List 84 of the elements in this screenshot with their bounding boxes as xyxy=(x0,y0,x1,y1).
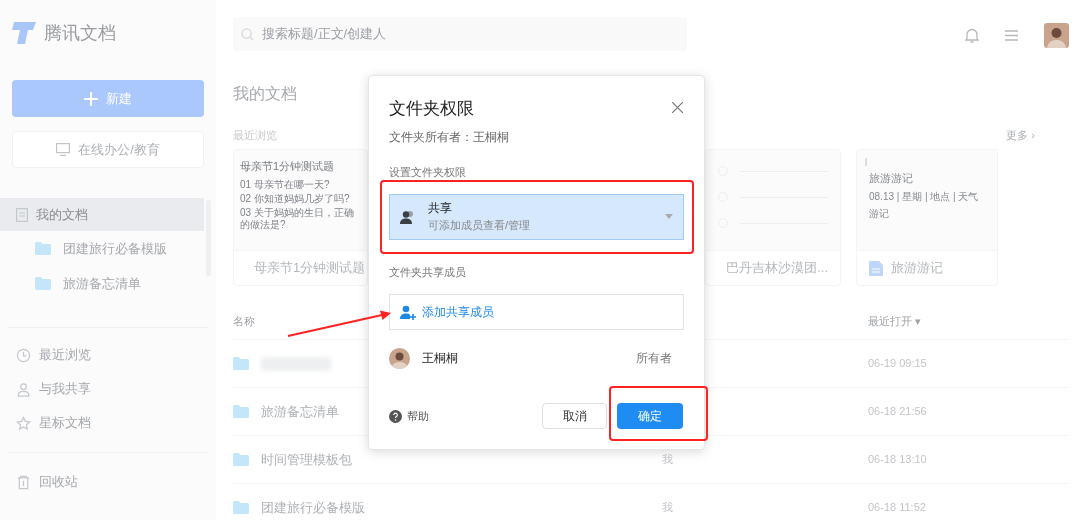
logo-icon xyxy=(12,22,36,44)
member-avatar xyxy=(389,347,410,369)
more-link[interactable]: 更多 › xyxy=(1006,126,1035,144)
search-field[interactable]: 搜索标题/正文/创建人 xyxy=(233,17,687,51)
clock-icon xyxy=(16,347,31,363)
permission-select[interactable]: 共享 可添加成员查看/管理 xyxy=(389,193,684,240)
help-icon xyxy=(389,409,402,423)
folder-icon xyxy=(233,453,249,466)
sidebar-item[interactable]: 与我共享 xyxy=(0,372,216,406)
monitor-icon xyxy=(56,143,71,156)
search-input[interactable]: 搜索标题/正文/创建人 xyxy=(262,24,679,44)
search-icon xyxy=(241,27,254,41)
field-label: 文件夹共享成员 xyxy=(389,264,467,280)
help-label: 帮助 xyxy=(407,408,429,424)
user-icon xyxy=(16,381,31,397)
new-button[interactable]: 新建 xyxy=(12,80,204,117)
preview-line: 02 你知道妈妈几岁了吗? xyxy=(240,192,351,205)
document-name: 巴丹吉林沙漠团... xyxy=(726,259,828,278)
document-name: 母亲节1分钟测试题 xyxy=(254,259,366,278)
preview-line: 游记 xyxy=(868,206,890,221)
owner-cell: 我 xyxy=(662,453,673,466)
item-label: 团建旅行必备模版 xyxy=(63,239,167,258)
preview-line: 08.13 | 星期 | 地点 | 天气 xyxy=(868,189,980,204)
item-label: 星标文档 xyxy=(39,414,91,433)
folder-icon xyxy=(233,357,249,370)
trash-icon xyxy=(16,474,31,490)
document-name[interactable]: 团建旅行必备模版 xyxy=(261,497,365,518)
document-name[interactable]: 旅游备忘清单 xyxy=(261,401,339,422)
opened-time: 06-18 13:10 xyxy=(868,452,927,468)
option-description: 可添加成员查看/管理 xyxy=(428,218,531,234)
document-name: 旅游游记 xyxy=(891,259,943,278)
dialog-title: 文件夹权限 xyxy=(389,98,475,120)
close-icon xyxy=(671,101,683,113)
opened-time: 06-19 09:15 xyxy=(868,356,927,372)
owner-cell: 我 xyxy=(662,501,673,514)
folder-icon xyxy=(35,242,51,255)
column-header[interactable]: 最近打开 ▾ xyxy=(868,313,922,330)
cancel-button[interactable]: 取消 xyxy=(542,403,607,429)
preview-line: 01 母亲节在哪一天? xyxy=(240,178,331,191)
member-name: 王桐桐 xyxy=(422,350,458,367)
office-button[interactable]: 在线办公/教育 xyxy=(12,131,204,168)
recent-document-card[interactable]: 母亲节1分钟测试题 01 母亲节在哪一天? 02 你知道妈妈几岁了吗? 03 关于妈妈的生日，正确的做法是? 母亲节1分钟测试题 xyxy=(233,149,368,286)
dialog-subtitle: 文件夹所有者：王桐桐 xyxy=(389,128,509,146)
user-avatar[interactable] xyxy=(1044,22,1069,48)
option-title: 共享 xyxy=(428,200,453,218)
bell-icon[interactable] xyxy=(965,27,979,43)
confirm-button[interactable]: 确定 xyxy=(617,403,683,429)
item-label: 最近浏览 xyxy=(39,346,91,365)
opened-time: 06-18 11:52 xyxy=(868,500,926,516)
app-logo: 腾讯文档 xyxy=(44,21,116,45)
add-user-icon xyxy=(400,304,416,320)
document-name[interactable]: 时间管理模板包 xyxy=(261,449,352,470)
sidebar-item[interactable]: 团建旅行必备模版 xyxy=(0,231,204,266)
sidebar-item[interactable]: 回收站 xyxy=(0,465,216,499)
item-label: 与我共享 xyxy=(39,380,91,399)
opened-time: 06-18 21:56 xyxy=(868,404,927,420)
close-button[interactable] xyxy=(670,100,684,114)
sidebar-item[interactable]: 旅游备忘清单 xyxy=(0,266,204,301)
folder-icon xyxy=(233,405,249,418)
users-icon xyxy=(400,209,416,224)
help-link[interactable]: 帮助 xyxy=(389,407,429,425)
preview-title: 旅游游记 xyxy=(868,171,914,186)
caret-icon xyxy=(665,214,673,219)
folder-icon xyxy=(35,277,51,290)
sidebar-item[interactable]: 最近浏览 xyxy=(0,338,216,372)
item-label: 回收站 xyxy=(39,473,78,492)
preview-line: 03 关于妈妈的生日，正确的做法是? xyxy=(240,206,355,231)
document-icon xyxy=(869,260,883,276)
sidebar-item[interactable]: 我的文档 xyxy=(0,198,204,231)
preview-title: 母亲节1分钟测试题 xyxy=(240,159,336,174)
menu-icon[interactable] xyxy=(1005,29,1018,41)
recent-document-card[interactable]: 旅游游记 08.13 | 星期 | 地点 | 天气 游记 旅游游记 xyxy=(856,149,998,286)
plus-icon xyxy=(84,91,98,106)
folder-icon xyxy=(233,501,249,514)
star-icon xyxy=(16,415,31,431)
document-icon xyxy=(16,207,28,222)
field-label: 设置文件夹权限 xyxy=(389,165,466,179)
item-label: 我的文档 xyxy=(36,205,88,224)
page-title: 我的文档 xyxy=(233,84,297,104)
item-label: 旅游备忘清单 xyxy=(63,274,141,293)
sidebar-item[interactable]: 星标文档 xyxy=(0,406,216,440)
member-role: 所有者 xyxy=(636,350,672,367)
add-member-button[interactable]: 添加共享成员 xyxy=(389,294,684,330)
recent-document-card[interactable]: 巴丹吉林沙漠团... xyxy=(705,149,841,286)
